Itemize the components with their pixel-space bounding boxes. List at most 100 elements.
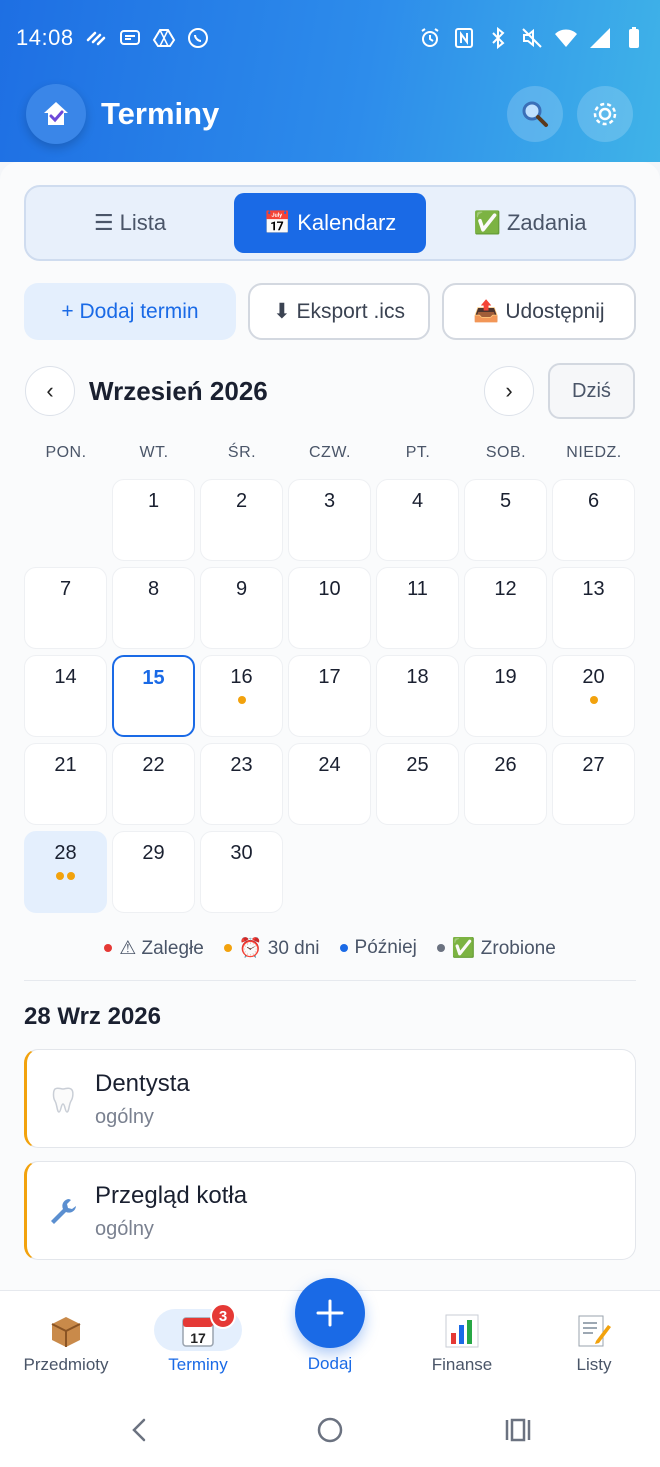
message-icon xyxy=(120,30,140,45)
add-fab-label: Dodaj xyxy=(307,1354,353,1373)
calendar-day[interactable]: 4 xyxy=(376,479,459,561)
recent-apps-icon[interactable] xyxy=(504,1418,532,1442)
calendar-day[interactable]: 22 xyxy=(112,743,195,825)
calendar-day-today[interactable]: 15 xyxy=(112,655,195,737)
event-dot xyxy=(67,872,75,880)
calendar-day[interactable]: 8 xyxy=(112,567,195,649)
calendar-day[interactable]: 14 xyxy=(24,655,107,737)
svg-text:17: 17 xyxy=(190,1330,206,1346)
weekday-header: SOB. xyxy=(485,444,527,461)
back-icon[interactable] xyxy=(128,1416,152,1444)
event-dots xyxy=(553,696,634,704)
calendar-day[interactable]: 16 xyxy=(200,655,283,737)
notification-badge: 3 xyxy=(210,1303,236,1329)
tab-tasks[interactable]: ✅ Zadania xyxy=(432,193,628,253)
memo-icon xyxy=(574,1313,614,1349)
event-category: ogólny xyxy=(95,1106,154,1128)
calendar-day[interactable]: 12 xyxy=(464,567,547,649)
event-dot xyxy=(589,696,598,704)
calendar-day[interactable]: 30 xyxy=(200,831,283,913)
home-icon[interactable] xyxy=(316,1416,344,1444)
legend-dot xyxy=(223,944,232,952)
day-number: 11 xyxy=(407,578,428,600)
calendar-day[interactable]: 26 xyxy=(464,743,547,825)
calendar-day[interactable]: 19 xyxy=(464,655,547,737)
calendar-day[interactable]: 10 xyxy=(288,567,371,649)
weekday-header: PT. xyxy=(405,444,431,461)
calendar-day-selected[interactable]: 28 xyxy=(24,831,107,913)
day-number: 20 xyxy=(582,666,605,688)
calendar-day[interactable]: 6 xyxy=(552,479,635,561)
today-button[interactable]: Dziś xyxy=(548,363,635,419)
day-number: 24 xyxy=(318,754,341,776)
status-time: 14:08 xyxy=(16,25,74,50)
day-number: 10 xyxy=(318,578,341,600)
legend: ⚠ Zaległe ⏰ 30 dni Później ✅ Zrobione xyxy=(0,934,660,962)
calendar-day[interactable]: 23 xyxy=(200,743,283,825)
divider xyxy=(24,980,636,981)
legend-dot xyxy=(104,944,113,952)
page-title: Terminy xyxy=(101,96,220,131)
day-number: 2 xyxy=(235,490,248,512)
tab-list[interactable]: ☰ Lista xyxy=(32,193,228,253)
weekday-header: CZW. xyxy=(309,444,351,461)
calendar-day[interactable]: 1 xyxy=(112,479,195,561)
nav-item-terminy[interactable]: 17 3 Terminy xyxy=(132,1291,264,1391)
selected-date-heading: 28 Wrz 2026 xyxy=(24,1003,161,1030)
legend-dot xyxy=(339,944,348,952)
calendar-day[interactable]: 9 xyxy=(200,567,283,649)
calendar-day[interactable]: 29 xyxy=(112,831,195,913)
nav-item-listy[interactable]: Listy xyxy=(528,1291,660,1391)
event-card[interactable]: Przegląd kotła ogólny xyxy=(24,1161,636,1260)
calendar-day[interactable]: 24 xyxy=(288,743,371,825)
home-check-icon xyxy=(44,102,68,125)
event-card[interactable]: Dentysta ogólny xyxy=(24,1049,636,1148)
event-category: ogólny xyxy=(95,1218,154,1240)
calendar-day[interactable]: 27 xyxy=(552,743,635,825)
export-ics-button[interactable]: ⬇ Eksport .ics xyxy=(248,283,430,340)
alarm-icon xyxy=(421,28,439,47)
calendar-day[interactable]: 17 xyxy=(288,655,371,737)
nav-item-przedmioty[interactable]: Przedmioty xyxy=(0,1291,132,1391)
day-number: 18 xyxy=(406,666,429,688)
calendar-day[interactable]: 5 xyxy=(464,479,547,561)
calendar-day[interactable]: 7 xyxy=(24,567,107,649)
calendar-day[interactable]: 21 xyxy=(24,743,107,825)
system-navigation-bar xyxy=(0,1390,660,1467)
day-number: 28 xyxy=(54,842,77,864)
month-title: Wrzesień 2026 xyxy=(89,376,268,406)
day-number: 3 xyxy=(323,490,336,512)
share-button[interactable]: 📤 Udostępnij xyxy=(442,283,636,340)
calendar-day[interactable]: 25 xyxy=(376,743,459,825)
add-term-button[interactable]: + Dodaj termin xyxy=(24,283,236,340)
settings-button[interactable] xyxy=(577,86,633,142)
day-number: 25 xyxy=(406,754,429,776)
calendar-day[interactable]: 11 xyxy=(376,567,459,649)
weekday-header: WT. xyxy=(139,444,169,461)
calendar-day[interactable]: 2 xyxy=(200,479,283,561)
day-number: 17 xyxy=(318,666,341,688)
tab-calendar[interactable]: 📅 Kalendarz xyxy=(234,193,426,253)
calendar-day[interactable]: 18 xyxy=(376,655,459,737)
calendar-day[interactable]: 3 xyxy=(288,479,371,561)
prev-month-button[interactable]: ‹ xyxy=(25,366,75,416)
next-month-button[interactable]: › xyxy=(484,366,534,416)
day-number: 14 xyxy=(54,666,77,688)
mute-icon xyxy=(522,28,542,48)
event-dots xyxy=(201,696,282,704)
app-logo[interactable] xyxy=(26,84,86,144)
nav-item-finanse[interactable]: Finanse xyxy=(396,1291,528,1391)
add-fab-button[interactable] xyxy=(295,1278,365,1348)
day-number: 26 xyxy=(494,754,517,776)
weekday-header: PON. xyxy=(45,444,87,461)
day-number: 12 xyxy=(494,578,517,600)
calendar-day[interactable]: 20 xyxy=(552,655,635,737)
event-dot xyxy=(237,696,246,704)
day-number: 5 xyxy=(499,490,512,512)
calendar-day[interactable]: 13 xyxy=(552,567,635,649)
legend-dot xyxy=(436,944,445,952)
drive-icon xyxy=(152,29,176,47)
search-button[interactable] xyxy=(507,86,563,142)
status-bar: 14:08 xyxy=(0,0,660,76)
view-switcher: ☰ Lista 📅 Kalendarz ✅ Zadania xyxy=(24,185,636,261)
